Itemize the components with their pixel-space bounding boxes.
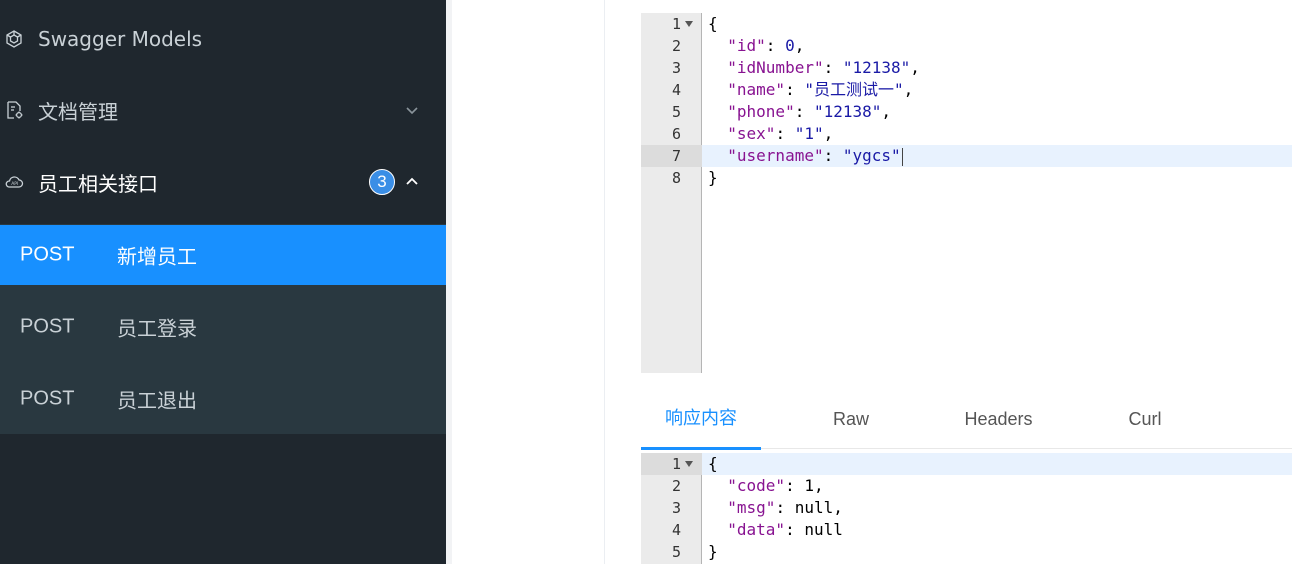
menu-employee-apis[interactable]: API 员工相关接口 3 bbox=[0, 146, 446, 218]
brace: { bbox=[708, 454, 718, 473]
line-number: 2 bbox=[671, 477, 681, 495]
brace: { bbox=[708, 14, 718, 33]
json-key: "id" bbox=[727, 36, 766, 55]
employee-api-list: POST 新增员工 POST 员工登录 POST 员工退出 bbox=[0, 224, 446, 434]
line-number: 5 bbox=[671, 543, 681, 561]
cloud-api-icon: API bbox=[3, 171, 25, 193]
menu-doc-manage[interactable]: 文档管理 bbox=[0, 74, 446, 146]
code-line: 4 "name": "员工测试一", bbox=[641, 79, 1292, 101]
api-method: POST bbox=[20, 387, 75, 410]
sidebar: Swagger Models 文档管理 API 员工相关接口 3 POST 新增… bbox=[0, 0, 446, 564]
json-key: "code" bbox=[727, 476, 786, 495]
fold-arrow-icon[interactable] bbox=[685, 21, 693, 27]
line-number: 3 bbox=[671, 499, 681, 517]
fold-arrow-icon[interactable] bbox=[685, 461, 693, 467]
svg-text:API: API bbox=[11, 181, 18, 187]
json-value: "1" bbox=[794, 124, 824, 143]
menu-swagger-models[interactable]: Swagger Models bbox=[0, 3, 446, 75]
json-value: "12138" bbox=[842, 58, 911, 77]
json-key: "sex" bbox=[727, 124, 776, 143]
line-number: 4 bbox=[671, 81, 681, 99]
json-key: "idNumber" bbox=[727, 58, 824, 77]
tab-raw[interactable]: Raw bbox=[811, 392, 891, 449]
tab-headers[interactable]: Headers bbox=[951, 392, 1046, 449]
brace: } bbox=[708, 168, 718, 187]
code-line: 5 "phone": "12138", bbox=[641, 101, 1292, 123]
json-key: "name" bbox=[727, 80, 786, 99]
document-settings-icon bbox=[3, 99, 25, 121]
chevron-down-icon bbox=[406, 107, 418, 115]
json-key: "phone" bbox=[727, 102, 795, 121]
brace: } bbox=[708, 542, 718, 561]
code-line: 2 "id": 0, bbox=[641, 35, 1292, 57]
code-line-active: 7 "username": "ygcs" bbox=[641, 145, 1292, 167]
api-item-employee-login[interactable]: POST 员工登录 bbox=[0, 297, 446, 357]
response-body-viewer[interactable]: 1 { 2 "code": 1, 3 "msg": null, 4 "data"… bbox=[641, 453, 1292, 564]
json-comma: , bbox=[903, 80, 914, 99]
menu-swagger-models-label: Swagger Models bbox=[38, 27, 203, 51]
code-line: 5 } bbox=[641, 541, 1292, 563]
line-number: 7 bbox=[671, 147, 681, 165]
json-comma: , bbox=[823, 124, 834, 143]
api-method: POST bbox=[20, 243, 75, 266]
menu-employee-apis-label: 员工相关接口 bbox=[38, 171, 158, 196]
code-line: 2 "code": 1, bbox=[641, 475, 1292, 497]
sidebar-divider bbox=[446, 0, 452, 564]
json-value: null bbox=[794, 498, 834, 517]
json-value: null bbox=[804, 520, 843, 539]
api-label: 新增员工 bbox=[117, 244, 197, 269]
json-value: 1 bbox=[804, 476, 814, 495]
code-line: 4 "data": null bbox=[641, 519, 1292, 541]
json-value: 0 bbox=[785, 36, 795, 55]
line-number: 8 bbox=[671, 169, 681, 187]
json-value: "ygcs" bbox=[842, 146, 901, 165]
json-comma: , bbox=[813, 476, 824, 495]
response-tabs: 响应内容 Raw Headers Curl bbox=[641, 392, 1292, 450]
code-line: 6 "sex": "1", bbox=[641, 123, 1292, 145]
code-line: 3 "idNumber": "12138", bbox=[641, 57, 1292, 79]
line-number: 5 bbox=[671, 103, 681, 121]
chevron-up-icon bbox=[406, 177, 418, 185]
line-number: 4 bbox=[671, 521, 681, 539]
json-comma: , bbox=[833, 498, 843, 517]
api-label: 员工登录 bbox=[117, 316, 197, 341]
json-key: "username" bbox=[727, 146, 824, 165]
request-body-editor[interactable]: 1 { 2 "id": 0, 3 "idNumber": "12138", 4 … bbox=[641, 13, 1292, 373]
code-line: 8 } bbox=[641, 167, 1292, 189]
json-comma: , bbox=[881, 102, 892, 121]
json-comma: , bbox=[910, 58, 920, 77]
swagger-models-icon bbox=[3, 28, 25, 50]
line-number: 6 bbox=[671, 125, 681, 143]
api-label: 员工退出 bbox=[117, 388, 197, 413]
api-method: POST bbox=[20, 315, 75, 338]
json-value: "12138" bbox=[813, 102, 882, 121]
menu-doc-manage-label: 文档管理 bbox=[38, 99, 118, 124]
json-value: "员工测试一" bbox=[804, 80, 904, 99]
api-item-add-employee[interactable]: POST 新增员工 bbox=[0, 225, 446, 285]
json-comma: , bbox=[794, 36, 805, 55]
api-item-employee-logout[interactable]: POST 员工退出 bbox=[0, 369, 446, 429]
json-key: "data" bbox=[727, 520, 786, 539]
line-number: 1 bbox=[671, 15, 681, 33]
code-line: 3 "msg": null, bbox=[641, 497, 1292, 519]
line-number: 3 bbox=[671, 59, 681, 77]
code-line-active: 1 { bbox=[641, 453, 1292, 475]
line-number: 1 bbox=[671, 455, 681, 473]
count-badge: 3 bbox=[369, 169, 395, 195]
tab-curl[interactable]: Curl bbox=[1111, 392, 1179, 449]
text-cursor bbox=[901, 147, 903, 166]
content-divider bbox=[604, 0, 605, 564]
line-number: 2 bbox=[671, 37, 681, 55]
json-key: "msg" bbox=[727, 498, 776, 517]
tab-response-content[interactable]: 响应内容 bbox=[641, 392, 761, 450]
code-line: 1 { bbox=[641, 13, 1292, 35]
